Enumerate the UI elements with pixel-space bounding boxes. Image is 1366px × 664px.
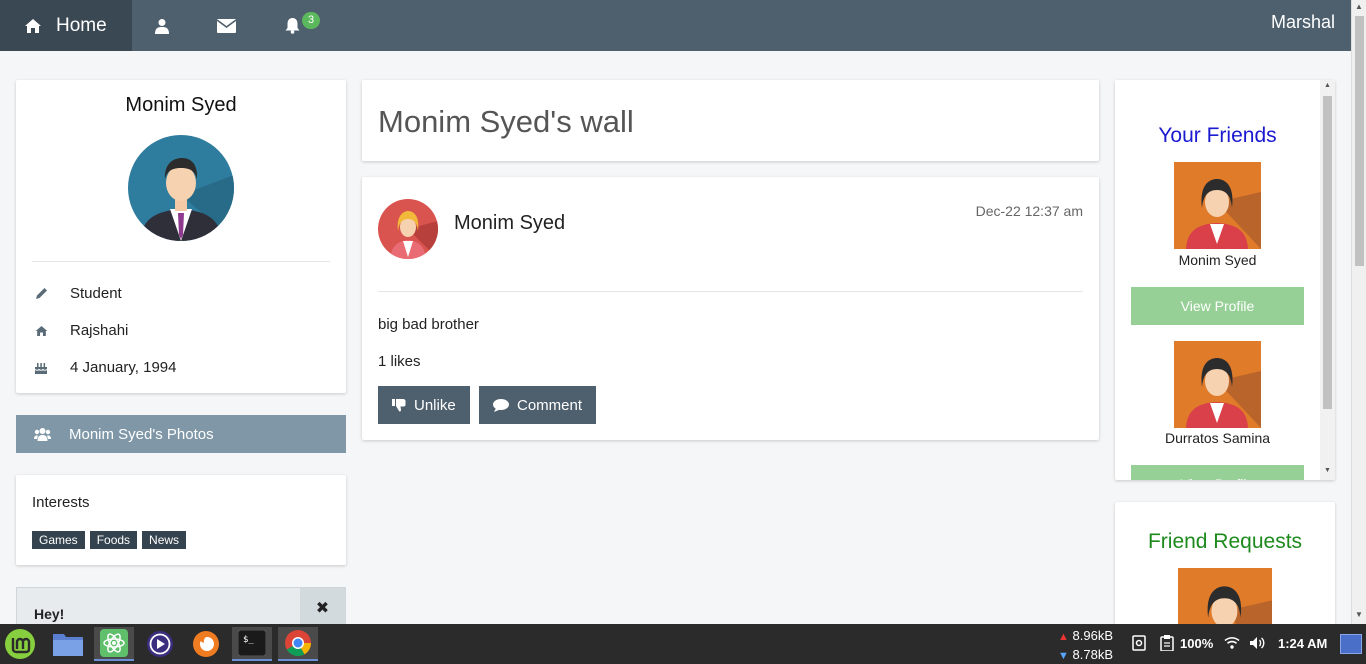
- profile-location-row: Rajshahi: [34, 322, 128, 339]
- friend-name[interactable]: Monim Syed: [1115, 252, 1320, 268]
- close-icon[interactable]: ✖: [300, 588, 345, 628]
- show-desktop-icon[interactable]: [1340, 634, 1362, 654]
- post-text: big bad brother: [378, 316, 479, 333]
- friends-card: Your Friends Monim Syed View Profile Dur…: [1115, 80, 1335, 480]
- download-arrow-icon: ▼: [1058, 650, 1069, 662]
- birthday-cake-icon: [34, 361, 48, 375]
- network-speed: ▲ 8.96kB ▼ 8.78kB: [1058, 627, 1113, 664]
- unlike-button-label: Unlike: [414, 396, 456, 414]
- wall-header-card: Monim Syed's wall: [362, 80, 1099, 161]
- photos-button[interactable]: Monim Syed's Photos: [16, 415, 346, 453]
- friend-photo[interactable]: [1174, 162, 1261, 249]
- download-speed: 8.78kB: [1072, 647, 1113, 662]
- user-icon: [155, 18, 169, 34]
- interest-tag[interactable]: Foods: [89, 531, 138, 549]
- scroll-up-arrow-icon[interactable]: ▲: [1324, 82, 1331, 89]
- profile-birthday: 4 January, 1994: [70, 359, 177, 376]
- alert-title: Hey!: [34, 606, 65, 622]
- nav-home-label: Home: [56, 14, 107, 36]
- profile-avatar: [128, 135, 234, 241]
- alert-box: Hey! ✖: [16, 587, 346, 628]
- home-icon: [25, 18, 41, 33]
- friends-scrollbar-thumb[interactable]: [1323, 96, 1332, 409]
- svg-text:$_: $_: [243, 635, 254, 645]
- friend-requests-card: Friend Requests: [1115, 502, 1335, 642]
- screenshot-tool-icon[interactable]: [1132, 635, 1146, 654]
- nav-home-link[interactable]: Home: [0, 0, 132, 51]
- view-profile-button[interactable]: View Profile: [1131, 287, 1304, 325]
- upload-arrow-icon: ▲: [1058, 631, 1069, 643]
- nav-profile-link[interactable]: [150, 0, 174, 51]
- interest-tag[interactable]: News: [142, 531, 187, 549]
- post-divider: [378, 291, 1083, 292]
- comment-icon: [493, 398, 509, 412]
- clipboard-icon[interactable]: [1160, 635, 1174, 654]
- profile-location: Rajshahi: [70, 322, 129, 339]
- friends-scrollbar[interactable]: ▲ ▼: [1320, 80, 1335, 480]
- home-icon: [34, 324, 48, 338]
- scroll-down-arrow-icon[interactable]: ▼: [1355, 610, 1363, 619]
- profile-occupation-row: Student: [34, 285, 122, 302]
- clock[interactable]: 1:24 AM: [1278, 636, 1327, 651]
- notification-badge: 3: [302, 12, 321, 29]
- comment-button[interactable]: Comment: [479, 386, 597, 424]
- post-author-name[interactable]: Monim Syed: [454, 212, 565, 235]
- interest-tags: Games Foods News: [32, 531, 187, 549]
- friend-requests-title: Friend Requests: [1147, 530, 1303, 553]
- taskbar: $_ ▲ 8.96kB ▼ 8.78kB 100% 1:24 AM: [0, 624, 1366, 664]
- thumbs-down-icon: [392, 398, 406, 412]
- page-scrollbar[interactable]: ▲ ▼: [1351, 0, 1366, 624]
- wifi-icon[interactable]: [1224, 636, 1240, 652]
- bell-icon: [285, 18, 299, 34]
- photos-button-label: Monim Syed's Photos: [69, 425, 214, 443]
- top-navbar: Home 3 Marshal: [0, 0, 1351, 51]
- envelope-icon: [216, 18, 236, 33]
- profile-occupation: Student: [70, 285, 122, 302]
- media-player-icon[interactable]: [140, 627, 180, 661]
- wall-title: Monim Syed's wall: [378, 104, 634, 139]
- post-card: Monim Syed Dec-22 12:37 am big bad broth…: [362, 177, 1099, 440]
- friends-title: Your Friends: [1158, 124, 1277, 147]
- comment-button-label: Comment: [517, 396, 583, 414]
- interests-title: Interests: [32, 494, 90, 511]
- volume-icon[interactable]: [1249, 636, 1266, 653]
- profile-divider: [32, 261, 330, 262]
- scroll-down-arrow-icon[interactable]: ▼: [1324, 467, 1331, 474]
- friend-photo[interactable]: [1174, 341, 1261, 428]
- nav-messages-link[interactable]: [214, 0, 238, 51]
- chrome-icon[interactable]: [278, 627, 318, 661]
- profile-card: Monim Syed Student Rajshahi 4 January, 1…: [16, 80, 346, 393]
- firefox-icon[interactable]: [186, 627, 226, 661]
- page-scrollbar-thumb[interactable]: [1355, 16, 1364, 266]
- friend-name[interactable]: Durratos Samina: [1115, 430, 1320, 446]
- files-icon[interactable]: [48, 627, 88, 661]
- post-timestamp: Dec-22 12:37 am: [975, 203, 1083, 219]
- scroll-up-arrow-icon[interactable]: ▲: [1355, 2, 1363, 11]
- profile-name: Monim Syed: [125, 94, 237, 116]
- post-likes-count: 1 likes: [378, 353, 421, 370]
- pencil-icon: [34, 287, 48, 301]
- interests-card: Interests Games Foods News: [16, 475, 346, 565]
- upload-speed: 8.96kB: [1072, 628, 1113, 643]
- post-author-avatar[interactable]: [378, 199, 438, 259]
- unlike-button[interactable]: Unlike: [378, 386, 470, 424]
- interest-tag[interactable]: Games: [32, 531, 85, 549]
- view-profile-button[interactable]: View Profile: [1131, 465, 1304, 480]
- mint-menu-icon[interactable]: [0, 627, 40, 661]
- nav-notifications-link[interactable]: [280, 0, 304, 51]
- users-icon: [34, 428, 51, 441]
- terminal-icon[interactable]: $_: [232, 627, 272, 661]
- nav-user-name[interactable]: Marshal: [1271, 12, 1335, 33]
- profile-birthday-row: 4 January, 1994: [34, 359, 176, 376]
- atom-editor-icon[interactable]: [94, 627, 134, 661]
- battery-level[interactable]: 100%: [1180, 636, 1213, 651]
